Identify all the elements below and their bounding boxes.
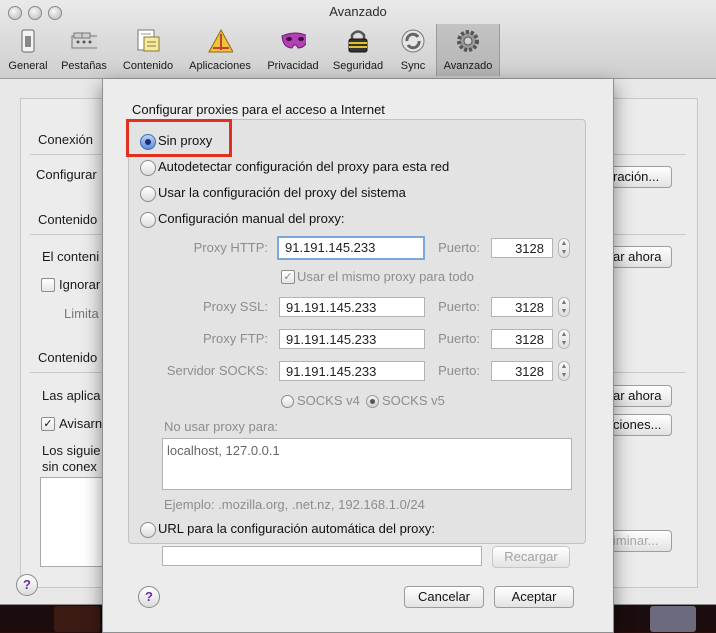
http-proxy-input[interactable]: 91.191.145.233 bbox=[277, 236, 425, 260]
autodetect-proxy-radio[interactable] bbox=[140, 160, 156, 176]
same-proxy-checkbox[interactable]: ✓ bbox=[281, 270, 295, 284]
auto-config-url-radio[interactable] bbox=[140, 522, 156, 538]
toolbar-label: Avanzado bbox=[443, 60, 493, 72]
divider bbox=[612, 372, 686, 373]
ssl-proxy-input[interactable]: 91.191.145.233 bbox=[279, 297, 425, 317]
no-proxy-for-label: No usar proxy para: bbox=[164, 419, 279, 434]
content-document-icon bbox=[135, 28, 161, 54]
offline-list-description: Los siguie bbox=[42, 443, 101, 458]
http-port-label: Puerto: bbox=[438, 240, 480, 255]
toolbar-applications[interactable]: Aplicaciones bbox=[184, 24, 256, 76]
help-button-background[interactable]: ? bbox=[16, 574, 38, 596]
ssl-port-input[interactable]: 3128 bbox=[491, 297, 553, 317]
offline-apps-list[interactable] bbox=[40, 477, 104, 567]
socks-v5-label: SOCKS v5 bbox=[382, 393, 445, 408]
connection-settings-button[interactable]: ración... bbox=[604, 166, 672, 188]
divider bbox=[612, 234, 686, 235]
toolbar-sync[interactable]: Sync bbox=[392, 24, 434, 76]
socks-host-input[interactable]: 91.191.145.233 bbox=[279, 361, 425, 381]
toolbar-label: Aplicaciones bbox=[189, 60, 251, 72]
advanced-gear-icon bbox=[455, 28, 481, 54]
socks-port-label: Puerto: bbox=[438, 363, 480, 378]
help-button[interactable]: ? bbox=[138, 586, 160, 608]
security-lock-icon bbox=[345, 28, 371, 54]
cancel-button[interactable]: Cancelar bbox=[404, 586, 484, 608]
http-proxy-label: Proxy HTTP: bbox=[193, 240, 268, 255]
no-proxy-for-textarea[interactable]: localhost, 127.0.0.1 bbox=[162, 438, 572, 490]
sync-icon bbox=[400, 28, 426, 54]
socks-v4-label: SOCKS v4 bbox=[297, 393, 360, 408]
toolbar-general[interactable]: General bbox=[4, 24, 52, 76]
general-switch-icon bbox=[15, 28, 41, 54]
socks-v4-radio[interactable] bbox=[281, 395, 294, 408]
toolbar-advanced[interactable]: Avanzado bbox=[436, 24, 500, 76]
http-port-input[interactable]: 3128 bbox=[491, 238, 553, 258]
offline-apps-description: Las aplica bbox=[42, 388, 101, 403]
ftp-proxy-input[interactable]: 91.191.145.233 bbox=[279, 329, 425, 349]
desktop-item bbox=[54, 606, 100, 632]
toolbar-label: Sync bbox=[400, 60, 426, 72]
manual-proxy-radio[interactable] bbox=[140, 212, 156, 228]
divider bbox=[612, 154, 686, 155]
clear-cache-button[interactable]: ar ahora bbox=[604, 246, 672, 268]
ssl-proxy-label: Proxy SSL: bbox=[202, 299, 268, 314]
section-heading-content-cache: Contenido bbox=[38, 212, 98, 227]
remove-offline-button[interactable]: iminar... bbox=[604, 530, 672, 552]
auto-config-url-label: URL para la configuración automática del… bbox=[158, 521, 435, 536]
divider bbox=[30, 372, 102, 373]
exceptions-button[interactable]: ciones... bbox=[604, 414, 672, 436]
desktop-item bbox=[650, 606, 696, 632]
reload-button[interactable]: Recargar bbox=[492, 546, 570, 568]
dialog-title: Configurar proxies para el acceso a Inte… bbox=[132, 102, 385, 117]
warn-offline-label: Avisarn bbox=[59, 416, 103, 431]
configure-label: Configurar bbox=[36, 167, 97, 182]
socks-port-stepper[interactable]: ▲ ▼ bbox=[558, 361, 570, 381]
toolbar-content[interactable]: Contenido bbox=[116, 24, 180, 76]
cache-description: El conteni bbox=[42, 249, 100, 264]
ssl-port-label: Puerto: bbox=[438, 299, 480, 314]
override-cache-checkbox[interactable] bbox=[41, 278, 55, 292]
toolbar-label: Privacidad bbox=[267, 60, 319, 72]
tabs-icon bbox=[71, 28, 97, 54]
section-heading-offline: Contenido bbox=[38, 350, 98, 365]
toolbar-label: Seguridad bbox=[332, 60, 384, 72]
ftp-port-input[interactable]: 3128 bbox=[491, 329, 553, 349]
toolbar-security[interactable]: Seguridad bbox=[328, 24, 388, 76]
ftp-port-label: Puerto: bbox=[438, 331, 480, 346]
divider bbox=[30, 234, 102, 235]
autodetect-proxy-label: Autodetectar configuración del proxy par… bbox=[158, 159, 450, 174]
clear-offline-button[interactable]: ar ahora bbox=[604, 385, 672, 407]
system-proxy-label: Usar la configuración del proxy del sist… bbox=[158, 185, 406, 200]
toolbar-label: General bbox=[8, 60, 48, 72]
same-proxy-label: Usar el mismo proxy para todo bbox=[297, 269, 475, 284]
ftp-proxy-label: Proxy FTP: bbox=[202, 331, 268, 346]
warn-offline-checkbox[interactable]: ✓ bbox=[41, 417, 55, 431]
override-cache-label: Ignorar bbox=[59, 277, 101, 292]
toolbar-tabs[interactable]: Pestañas bbox=[56, 24, 112, 76]
privacy-mask-icon bbox=[280, 28, 306, 54]
socks-port-input[interactable]: 3128 bbox=[491, 361, 553, 381]
window-title: Avanzado bbox=[329, 4, 387, 19]
toolbar-label: Contenido bbox=[122, 60, 174, 72]
http-port-stepper[interactable]: ▲ ▼ bbox=[558, 238, 570, 258]
annotation-highlight-box bbox=[126, 119, 232, 157]
section-heading-connection: Conexión bbox=[38, 132, 93, 147]
accept-button[interactable]: Aceptar bbox=[494, 586, 574, 608]
manual-proxy-label: Configuración manual del proxy: bbox=[158, 211, 345, 226]
auto-config-url-input[interactable] bbox=[162, 546, 482, 566]
offline-list-description-2: sin conex bbox=[42, 459, 97, 474]
divider bbox=[30, 154, 102, 155]
limit-cache-label: Limita bbox=[64, 306, 99, 321]
applications-icon bbox=[207, 28, 233, 54]
socks-host-label: Servidor SOCKS: bbox=[166, 363, 268, 378]
system-proxy-radio[interactable] bbox=[140, 186, 156, 202]
no-proxy-example: Ejemplo: .mozilla.org, .net.nz, 192.168.… bbox=[164, 497, 425, 512]
toolbar-privacy[interactable]: Privacidad bbox=[262, 24, 324, 76]
ssl-port-stepper[interactable]: ▲ ▼ bbox=[558, 297, 570, 317]
socks-v5-radio[interactable] bbox=[366, 395, 379, 408]
toolbar-label: Pestañas bbox=[61, 60, 107, 72]
ftp-port-stepper[interactable]: ▲ ▼ bbox=[558, 329, 570, 349]
